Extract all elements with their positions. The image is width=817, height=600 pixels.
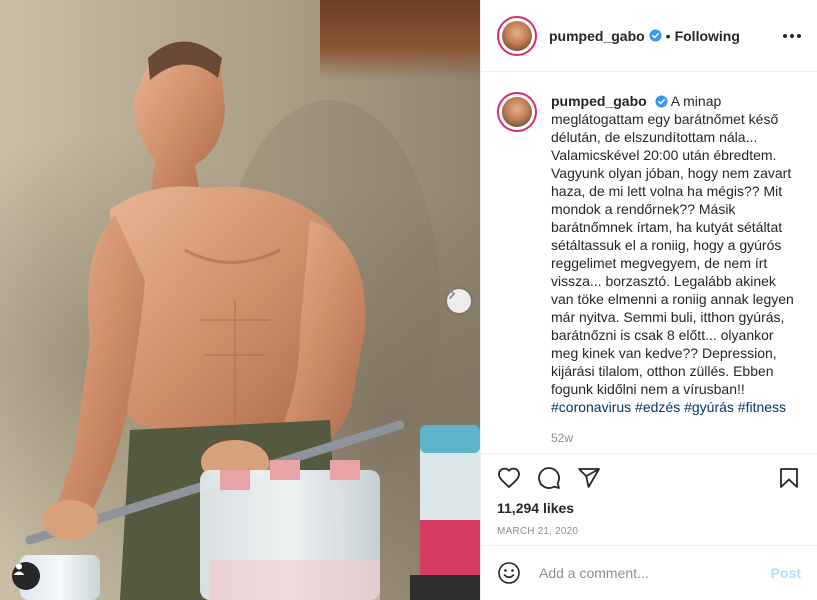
tagged-users-button[interactable] — [12, 562, 40, 590]
hashtag-link[interactable]: #edzés — [635, 399, 680, 415]
share-icon — [578, 468, 600, 488]
header-username[interactable]: pumped_gabo — [549, 28, 645, 44]
emoji-button[interactable] — [497, 561, 521, 585]
post-date[interactable]: MARCH 21, 2020 — [497, 526, 801, 537]
emoji-icon — [498, 562, 520, 584]
hashtag-link[interactable]: #fitness — [738, 399, 786, 415]
following-button[interactable]: Following — [675, 28, 740, 44]
like-button[interactable] — [497, 466, 521, 490]
post-header: pumped_gabo • Following — [481, 0, 817, 72]
caption: pumped_gabo A minap meglátogattam egy ba… — [551, 92, 801, 453]
more-options-button[interactable] — [783, 33, 801, 38]
header-separator: • — [665, 27, 671, 44]
save-button[interactable] — [777, 466, 801, 490]
action-bar: 11,294 likes MARCH 21, 2020 — [481, 453, 817, 545]
caption-username[interactable]: pumped_gabo — [551, 93, 647, 109]
action-icons — [497, 464, 801, 492]
add-comment-bar: Post — [481, 545, 817, 600]
avatar[interactable] — [497, 15, 537, 56]
verified-badge-icon — [649, 29, 662, 42]
next-photo-button[interactable] — [447, 289, 471, 313]
post-comment-button[interactable]: Post — [771, 565, 801, 581]
comments-section: pumped_gabo A minap meglátogattam egy ba… — [481, 72, 817, 453]
heart-icon — [498, 467, 520, 489]
hashtag-link[interactable]: #coronavirus — [551, 399, 631, 415]
caption-avatar[interactable] — [497, 92, 537, 132]
likes-count[interactable]: 11,294 likes — [497, 500, 801, 516]
photo-top-strip — [0, 0, 480, 3]
post-photo[interactable] — [0, 0, 480, 600]
post-sidebar: pumped_gabo • Following pumped_gabo A mi… — [480, 0, 817, 600]
caption-hashtags: #coronavirus #edzés #gyúrás #fitness — [551, 399, 786, 415]
caption-time-ago[interactable]: 52w — [551, 429, 801, 447]
more-icon — [783, 33, 787, 38]
bookmark-icon — [780, 468, 798, 488]
share-button[interactable] — [577, 466, 601, 490]
comment-button[interactable] — [537, 466, 561, 490]
photo-illustration — [20, 41, 480, 600]
verified-badge-icon — [655, 95, 668, 108]
chevron-right-icon — [449, 289, 456, 299]
hashtag-link[interactable]: #gyúrás — [684, 399, 734, 415]
comment-input[interactable] — [537, 564, 771, 582]
caption-text: A minap meglátogattam egy barátnőmet kés… — [551, 93, 794, 397]
user-tag-icon — [13, 563, 25, 575]
comment-icon — [538, 467, 560, 489]
post-container: pumped_gabo • Following pumped_gabo A mi… — [0, 0, 817, 600]
